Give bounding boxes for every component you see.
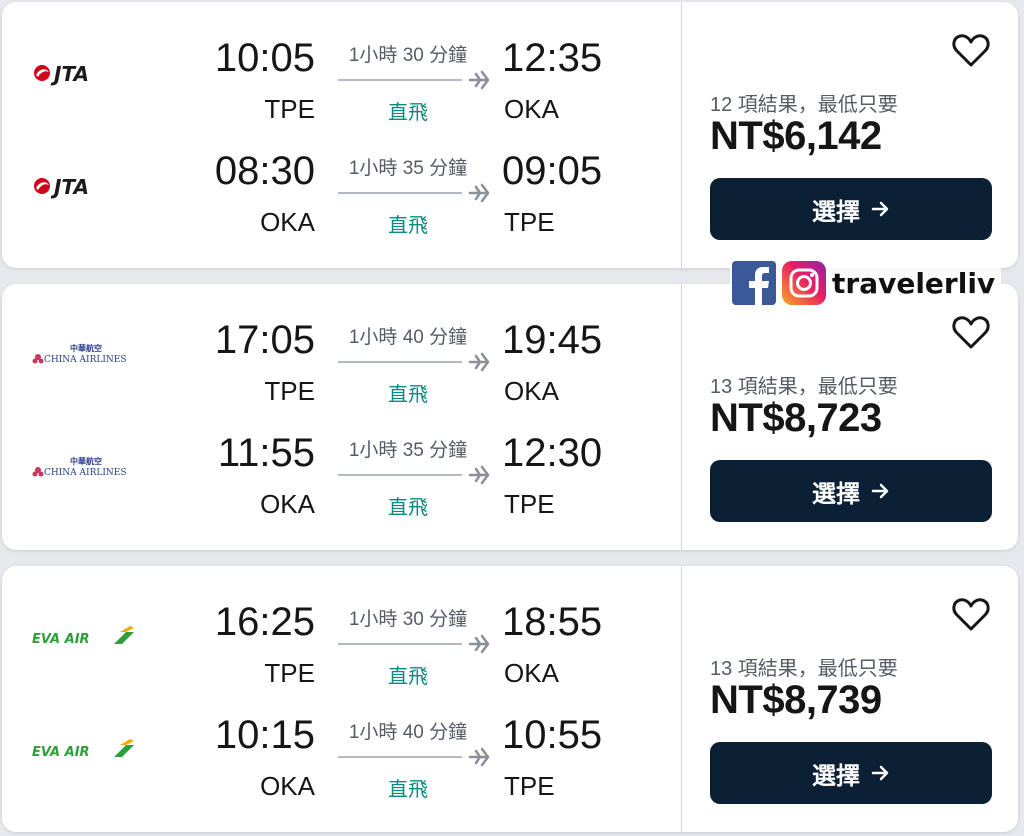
- arrow-right-icon: [871, 201, 889, 217]
- price: NT$8,739: [710, 678, 882, 722]
- facebook-icon: [732, 261, 776, 305]
- arrival-time: 10:55: [502, 713, 603, 757]
- price: NT$6,142: [710, 114, 882, 158]
- arrival-time: 19:45: [502, 318, 603, 362]
- stops-label: 直飛: [388, 497, 428, 519]
- stops-label: 直飛: [388, 215, 428, 237]
- price: NT$8,723: [710, 396, 882, 440]
- select-button[interactable]: 選擇: [710, 178, 992, 240]
- departure-airport: OKA: [260, 489, 315, 519]
- card-divider: [681, 2, 682, 268]
- china-airlines-logo: 中華航空 CHINA AIRLINES: [32, 343, 127, 365]
- result-count: 13 項結果，最低只要: [710, 658, 898, 680]
- plane-icon: [338, 352, 490, 372]
- result-card[interactable]: EVA AIR 16:25 TPE 1小時 30 分鐘 直飛 18:55 OKA…: [2, 566, 1018, 832]
- airline-logo-text: CHINA AIRLINES: [44, 355, 127, 365]
- select-button-label: 選擇: [812, 480, 860, 508]
- airline-logo-text: CHINA AIRLINES: [44, 468, 127, 478]
- heart-icon[interactable]: [952, 32, 990, 68]
- outbound-leg: 中華航空 CHINA AIRLINES 17:05 TPE 1小時 40 分鐘 …: [2, 302, 681, 414]
- arrow-right-icon: [871, 483, 889, 499]
- arrival-airport: OKA: [504, 94, 559, 124]
- flight-duration: 1小時 30 分鐘: [348, 45, 468, 66]
- watermark-handle: travelerliv: [832, 266, 996, 300]
- arrival-airport: TPE: [504, 207, 555, 237]
- departure-airport: TPE: [264, 658, 315, 688]
- arrival-airport: TPE: [504, 489, 555, 519]
- watermark: travelerliv: [730, 258, 1002, 308]
- svg-text:中華航空: 中華航空: [70, 456, 102, 466]
- arrival-time: 12:35: [502, 36, 603, 80]
- arrival-airport: TPE: [504, 771, 555, 801]
- flight-duration: 1小時 40 分鐘: [348, 327, 468, 348]
- result-card[interactable]: 中華航空 CHINA AIRLINES 17:05 TPE 1小時 40 分鐘 …: [2, 284, 1018, 550]
- eva-air-logo: EVA AIR: [32, 626, 134, 647]
- stops-label: 直飛: [388, 666, 428, 688]
- eva-air-logo: EVA AIR: [32, 739, 134, 760]
- outbound-leg: JTA 10:05 TPE 1小時 30 分鐘 直飛 12:35 OKA: [2, 20, 681, 132]
- select-button-label: 選擇: [812, 198, 860, 226]
- departure-time: 10:15: [214, 713, 315, 757]
- arrival-time: 09:05: [502, 149, 603, 193]
- outbound-leg: EVA AIR 16:25 TPE 1小時 30 分鐘 直飛 18:55 OKA: [2, 584, 681, 696]
- departure-airport: OKA: [260, 207, 315, 237]
- select-button[interactable]: 選擇: [710, 742, 992, 804]
- stops-label: 直飛: [388, 102, 428, 124]
- airline-logo-text: JTA: [50, 62, 89, 86]
- plane-icon: [338, 70, 490, 90]
- arrival-time: 12:30: [502, 431, 603, 475]
- plane-icon: [338, 465, 490, 485]
- departure-time: 16:25: [214, 600, 315, 644]
- result-card[interactable]: JTA 10:05 TPE 1小時 30 分鐘 直飛 12:35 OKA JTA…: [2, 2, 1018, 268]
- arrow-right-icon: [871, 765, 889, 781]
- plane-icon: [338, 183, 490, 203]
- result-count: 13 項結果，最低只要: [710, 376, 898, 398]
- plane-icon: [338, 747, 490, 767]
- return-leg: EVA AIR 10:15 OKA 1小時 40 分鐘 直飛 10:55 TPE: [2, 697, 681, 809]
- select-button-label: 選擇: [812, 762, 860, 790]
- return-leg: 中華航空 CHINA AIRLINES 11:55 OKA 1小時 35 分鐘 …: [2, 415, 681, 527]
- return-leg: JTA 08:30 OKA 1小時 35 分鐘 直飛 09:05 TPE: [2, 133, 681, 245]
- result-count: 12 項結果，最低只要: [710, 94, 898, 116]
- departure-time: 08:30: [214, 149, 315, 193]
- airline-logo-text: EVA AIR: [32, 745, 90, 760]
- arrival-time: 18:55: [502, 600, 603, 644]
- departure-time: 10:05: [214, 36, 315, 80]
- instagram-icon: [782, 261, 826, 305]
- airline-logo-text: EVA AIR: [32, 632, 90, 647]
- stops-label: 直飛: [388, 384, 428, 406]
- departure-airport: TPE: [264, 376, 315, 406]
- departure-airport: OKA: [260, 771, 315, 801]
- heart-icon[interactable]: [952, 314, 990, 350]
- arrival-airport: OKA: [504, 376, 559, 406]
- flight-duration: 1小時 40 分鐘: [348, 722, 468, 743]
- flight-duration: 1小時 35 分鐘: [348, 440, 468, 461]
- jta-logo: JTA: [34, 175, 89, 199]
- flight-duration: 1小時 30 分鐘: [348, 609, 468, 630]
- flight-duration: 1小時 35 分鐘: [348, 158, 468, 179]
- plane-icon: [338, 634, 490, 654]
- departure-time: 17:05: [214, 318, 315, 362]
- departure-airport: TPE: [264, 94, 315, 124]
- arrival-airport: OKA: [504, 658, 559, 688]
- card-divider: [681, 284, 682, 550]
- jta-logo: JTA: [34, 62, 89, 86]
- stops-label: 直飛: [388, 779, 428, 801]
- heart-icon[interactable]: [952, 596, 990, 632]
- card-divider: [681, 566, 682, 832]
- china-airlines-logo: 中華航空 CHINA AIRLINES: [32, 456, 127, 478]
- airline-logo-text: JTA: [50, 175, 89, 199]
- svg-text:中華航空: 中華航空: [70, 343, 102, 353]
- departure-time: 11:55: [217, 431, 315, 475]
- select-button[interactable]: 選擇: [710, 460, 992, 522]
